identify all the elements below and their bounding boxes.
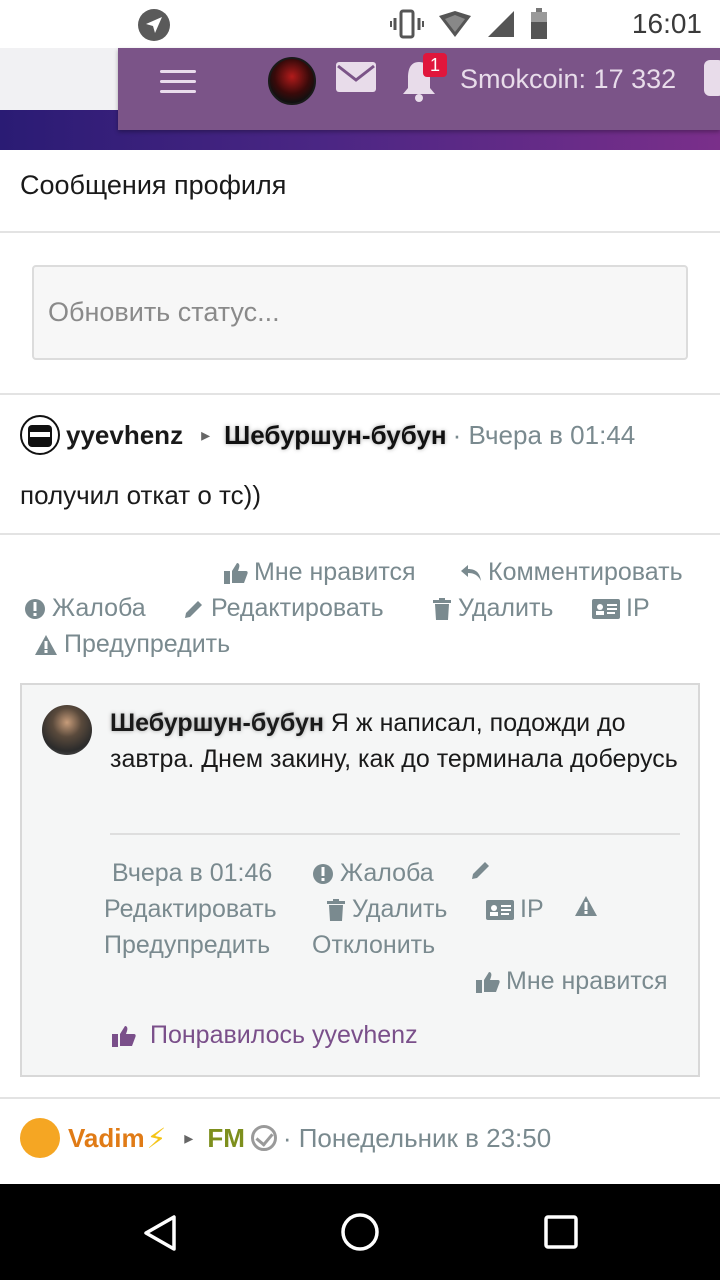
trash-icon [327, 898, 345, 921]
comment-text: Шебуршун-бубун Я ж написал, подожди до з… [110, 705, 680, 777]
smokcoin-balance[interactable]: Smokcoin: 17 332 [460, 64, 676, 95]
id-card-icon [592, 598, 620, 619]
wifi-icon [439, 11, 471, 37]
avatar[interactable] [42, 705, 92, 755]
signal-icon [488, 11, 514, 37]
back-icon[interactable] [142, 1214, 178, 1252]
comment-warn-button[interactable]: Предупредить [104, 931, 270, 960]
avatar[interactable] [20, 1118, 60, 1158]
comment-button[interactable]: Комментировать [460, 558, 683, 587]
clock: 16:01 [631, 8, 702, 39]
page-title: Сообщения профиля [20, 170, 287, 200]
ip-label: IP [626, 594, 650, 622]
divider [110, 833, 680, 835]
report-label: Жалоба [52, 594, 146, 622]
thumbs-up-icon [112, 1025, 136, 1047]
post-text: получил откат о тс)) [20, 480, 261, 510]
avatar[interactable] [268, 57, 316, 105]
edit-label: Редактировать [211, 594, 384, 622]
next-post-header: Vadim ⚡ ▸ FM · Понедельник в 23:50 [20, 1117, 551, 1159]
warning-triangle-icon [35, 634, 57, 655]
navigation-icon [138, 9, 170, 41]
lightning-icon: ⚡ [146, 1122, 167, 1154]
warning-triangle-icon [575, 896, 597, 916]
comment-delete-button[interactable]: Удалить [326, 895, 447, 924]
delete-label: Удалить [458, 594, 554, 622]
status-bar: 16:01 [0, 0, 720, 48]
divider [0, 231, 720, 233]
comment-edit-button[interactable]: Редактировать [104, 895, 277, 924]
chevron-right-icon: ▸ [184, 1127, 194, 1148]
post-recipient[interactable]: FM [207, 1123, 245, 1154]
pencil-icon [185, 600, 202, 618]
battery-icon [531, 8, 547, 39]
status-input[interactable] [32, 265, 688, 360]
delete-button[interactable]: Удалить [432, 594, 553, 623]
like-label: Мне нравится [254, 558, 416, 586]
vibrate-icon [390, 9, 424, 39]
like-button[interactable]: Мне нравится [224, 558, 416, 587]
mail-icon[interactable] [336, 62, 376, 92]
post-header: yyevhenz ▸ Шебуршун-бубун · Вчера в 01:4… [20, 414, 635, 456]
alert-circle-icon [25, 598, 45, 619]
warn-label: Предупредить [64, 630, 231, 658]
comment-report-button[interactable]: Жалоба [312, 859, 434, 888]
post-author[interactable]: yyevhenz [66, 420, 183, 451]
comment-warn-icon[interactable] [574, 895, 604, 917]
android-nav-bar [0, 1184, 720, 1280]
avatar[interactable] [20, 415, 60, 455]
comment-ip-button[interactable]: IP [486, 895, 544, 924]
top-header: 1 Smokcoin: 17 332 [118, 48, 720, 130]
liked-by[interactable]: Понравилось yyevhenz [112, 1021, 418, 1050]
post-recipient[interactable]: Шебуршун-бубун [224, 420, 447, 451]
alert-circle-icon [313, 863, 333, 884]
home-icon[interactable] [340, 1212, 380, 1252]
recents-icon[interactable] [543, 1214, 579, 1250]
hamburger-icon[interactable] [160, 70, 196, 96]
divider [0, 1097, 720, 1099]
divider [0, 533, 720, 535]
trash-icon [433, 597, 451, 620]
more-menu-icon[interactable] [704, 60, 720, 96]
post-author[interactable]: Vadim [68, 1123, 145, 1154]
verified-icon [250, 1125, 277, 1151]
comment-like-button[interactable]: Мне нравится [476, 967, 668, 996]
comment-label: Комментировать [488, 558, 683, 586]
pencil-icon [472, 862, 489, 879]
id-card-icon [486, 899, 514, 920]
report-button[interactable]: Жалоба [24, 594, 146, 623]
thumbs-up-icon [224, 562, 248, 584]
comment-box: Шебуршун-бубун Я ж написал, подожди до з… [20, 683, 700, 1077]
comment-author[interactable]: Шебуршун-бубун [110, 709, 324, 737]
notification-badge: 1 [423, 53, 447, 77]
comment-time[interactable]: Вчера в 01:46 [112, 859, 272, 888]
site-logo-area[interactable] [0, 48, 118, 110]
reply-icon [461, 564, 481, 581]
chevron-right-icon: ▸ [201, 424, 211, 445]
post-time[interactable]: · Вчера в 01:44 [453, 420, 636, 451]
edit-button[interactable]: Редактировать [183, 594, 384, 623]
comment-reject-button[interactable]: Отклонить [312, 931, 435, 960]
comment-edit-icon[interactable] [470, 859, 498, 881]
warn-button[interactable]: Предупредить [34, 630, 230, 659]
thumbs-up-icon [476, 971, 500, 993]
post-time[interactable]: · Понедельник в 23:50 [283, 1123, 551, 1154]
divider [0, 393, 720, 395]
ip-button[interactable]: IP [592, 594, 650, 623]
